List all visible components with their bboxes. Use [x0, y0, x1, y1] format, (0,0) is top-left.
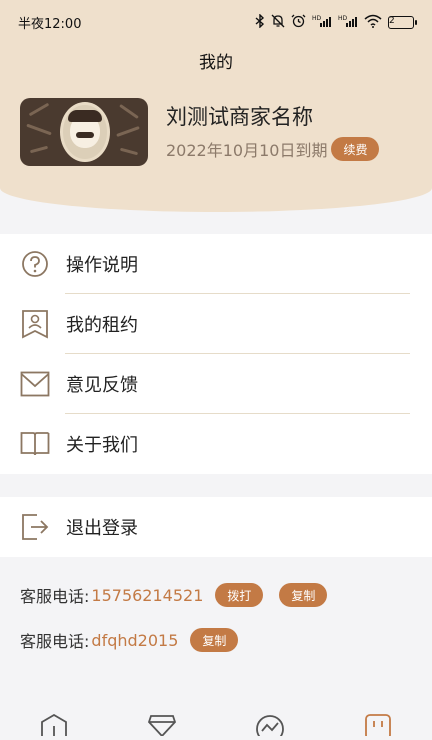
call-button[interactable]: 拨打 [215, 583, 264, 607]
page-title: 我的 [199, 53, 233, 73]
id-card-icon [20, 309, 50, 339]
svg-text:HD: HD [338, 15, 348, 22]
question-circle-icon [20, 249, 50, 279]
menu-item-label: 意见反馈 [66, 375, 138, 396]
mute-bell-icon [271, 14, 285, 30]
svg-text:HD: HD [312, 15, 322, 22]
copy-phone-button[interactable]: 复制 [279, 583, 328, 607]
status-time: 半夜12:00 [18, 16, 82, 32]
alarm-icon [291, 14, 306, 30]
logout-icon [20, 512, 50, 542]
logout-label: 退出登录 [66, 518, 138, 539]
tab-profile[interactable] [348, 706, 408, 740]
menu-list: 操作说明 我的租约 意见反馈 关于我们 [0, 234, 432, 474]
contact-label: 客服电话: [20, 632, 90, 651]
tab-stats[interactable] [240, 706, 300, 740]
expire-date: 2022年10月10日到期 [166, 141, 328, 160]
tab-bar [0, 706, 432, 740]
battery-icon: 2 [388, 15, 417, 29]
copy-wechat-button[interactable]: 复制 [190, 628, 239, 652]
shop-logo [20, 98, 148, 166]
bluetooth-icon [255, 13, 265, 30]
shop-name: 刘测试商家名称 [166, 105, 313, 129]
contact-section: 客服电话: 15756214521 拨打 复制 客服电话: dfqhd2015 … [20, 580, 328, 670]
contact-wechat-value: dfqhd2015 [91, 630, 179, 650]
status-bar: 半夜12:00 HD HD 2 [0, 0, 432, 44]
menu-item-label: 操作说明 [66, 255, 138, 276]
mail-icon [20, 369, 50, 399]
contact-phone-value: 15756214521 [91, 585, 204, 605]
contact-row-phone: 客服电话: 15756214521 拨打 复制 [20, 580, 328, 610]
signal-hd-2-icon: HD [338, 14, 358, 30]
profile-card: 刘测试商家名称 2022年10月10日到期 续费 [20, 98, 380, 166]
battery-level: 2 [389, 15, 395, 26]
menu-item-feedback[interactable]: 意见反馈 [0, 354, 432, 414]
contact-label: 客服电话: [20, 587, 90, 606]
status-icons: HD HD 2 [255, 13, 417, 30]
signal-hd-1-icon: HD [312, 14, 332, 30]
chart-icon [255, 714, 285, 740]
profile-icon [363, 714, 393, 740]
menu-item-label: 我的租约 [66, 315, 138, 336]
home-icon [39, 713, 69, 740]
menu-item-label: 关于我们 [66, 435, 138, 456]
logout-button[interactable]: 退出登录 [0, 497, 432, 557]
book-icon [20, 429, 50, 459]
contact-row-wechat: 客服电话: dfqhd2015 复制 [20, 625, 327, 655]
tab-home[interactable] [24, 706, 84, 740]
renew-button[interactable]: 续费 [331, 137, 380, 161]
tab-diamond[interactable] [132, 706, 192, 740]
diamond-icon [147, 714, 177, 740]
menu-item-about-us[interactable]: 关于我们 [0, 414, 432, 474]
menu-item-my-lease[interactable]: 我的租约 [0, 294, 432, 354]
menu-item-instructions[interactable]: 操作说明 [0, 234, 432, 294]
wifi-icon [364, 14, 382, 30]
